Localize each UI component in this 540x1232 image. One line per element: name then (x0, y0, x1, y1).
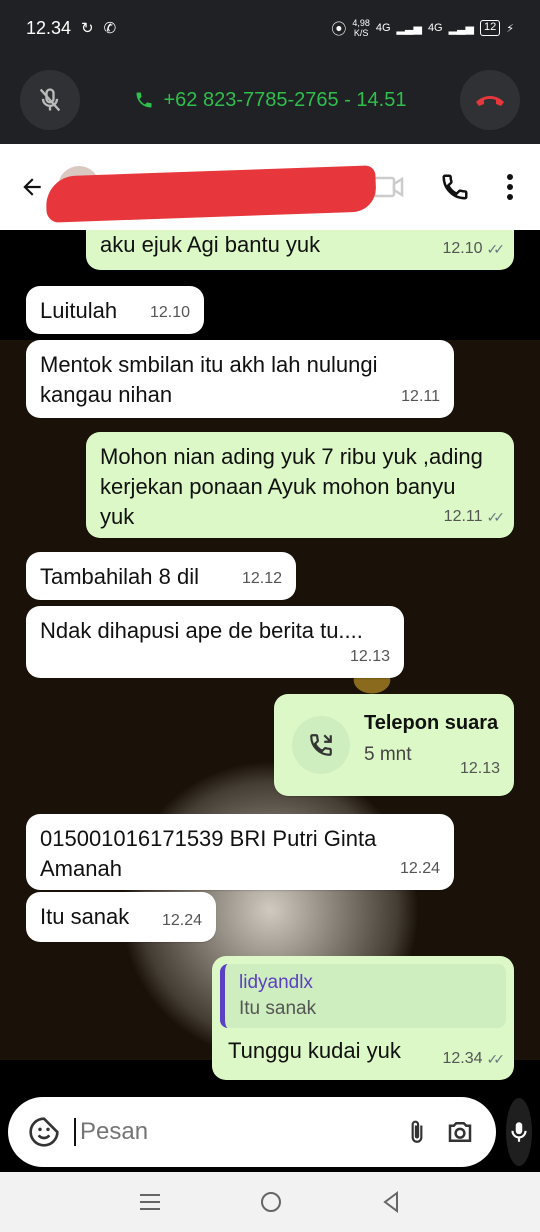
net-speed: 4,98 K/S (352, 18, 370, 38)
video-call-icon[interactable] (372, 174, 404, 200)
read-ticks-icon: ✓✓ (486, 1051, 506, 1067)
message-text: Mentok smbilan itu akh lah nulungi kanga… (40, 352, 378, 407)
message-text: Tambahilah 8 dil (40, 564, 199, 589)
sticker-icon[interactable] (28, 1116, 60, 1148)
ongoing-call-banner[interactable]: +62 823-7785-2765 - 14.51 (0, 56, 540, 144)
voice-message-button[interactable] (506, 1098, 532, 1166)
message-incoming[interactable]: Mentok smbilan itu akh lah nulungi kanga… (26, 340, 454, 418)
network-1-label: 4G (375, 22, 391, 34)
message-text: Mohon nian ading yuk 7 ribu yuk ,ading k… (100, 444, 483, 529)
attach-icon[interactable] (404, 1116, 430, 1148)
back-arrow-icon (23, 178, 41, 196)
end-call-icon (476, 96, 504, 106)
status-bar: 12.34 ↻ ✆ ⦿ 4,98 K/S 4G ▂▃▅ 4G ▂▃▅ 12 ⚡ (0, 0, 540, 56)
signal-1-icon: ▂▃▅ (396, 22, 422, 35)
message-time: 12.34 (442, 1050, 483, 1067)
quoted-message[interactable]: lidyandlx Itu sanak (220, 964, 506, 1028)
call-log-title: Telepon suara (364, 712, 499, 734)
back-nav-icon[interactable] (380, 1190, 402, 1214)
incoming-call-icon (310, 734, 332, 756)
read-ticks-icon: ✓✓ (486, 241, 506, 257)
call-log-icon-badge (292, 716, 350, 774)
phone-icon (136, 92, 151, 108)
message-incoming[interactable]: Tambahilah 8 dil 12.12 (26, 552, 296, 600)
message-input[interactable] (74, 1118, 390, 1146)
phone-status-icon: ✆ (103, 20, 117, 37)
message-time: 12.24 (161, 912, 202, 929)
recent-apps-icon[interactable] (138, 1191, 162, 1213)
message-text: Tunggu kudai yuk (228, 1038, 401, 1063)
call-log-duration: 5 mnt (364, 744, 412, 765)
status-time: 12.34 (26, 17, 72, 38)
read-ticks-icon: ✓✓ (486, 509, 506, 525)
message-input-pill[interactable] (8, 1097, 496, 1167)
message-time: 12.12 (241, 570, 282, 587)
contact-info[interactable] (45, 157, 377, 223)
message-outgoing[interactable]: aku ejuk Agi bantu yuk 12.10 ✓✓ (86, 230, 514, 270)
net-speed-value: 4,98 (352, 18, 370, 28)
sync-icon: ↻ (81, 20, 94, 37)
hotspot-icon: ⦿ (331, 20, 347, 38)
message-incoming[interactable]: Ndak dihapusi ape de berita tu.... 12.13 (26, 606, 404, 678)
message-outgoing[interactable]: Mohon nian ading yuk 7 ribu yuk ,ading k… (86, 432, 514, 538)
message-text: Ndak dihapusi ape de berita tu.... (40, 618, 363, 643)
message-time: 12.11 (443, 508, 483, 525)
signal-2-icon: ▂▃▅ (448, 22, 475, 35)
message-time: 12.24 (399, 860, 440, 877)
net-speed-unit: K/S (353, 28, 369, 38)
composer (0, 1092, 540, 1172)
message-incoming[interactable]: 015001016171539 BRI Putri Ginta Amanah 1… (26, 814, 454, 890)
network-2-label: 4G (427, 22, 443, 34)
voice-call-icon[interactable] (440, 172, 470, 202)
call-log-bubble[interactable]: Telepon suara 5 mnt 12.13 (274, 694, 514, 796)
message-incoming[interactable]: Itu sanak 12.24 (26, 892, 216, 942)
quoted-author: lidyandlx (239, 972, 313, 993)
message-outgoing-reply[interactable]: lidyandlx Itu sanak Tunggu kudai yuk 12.… (212, 956, 514, 1080)
mic-icon (511, 1122, 527, 1142)
message-time: 12.11 (401, 388, 440, 405)
message-text: 015001016171539 BRI Putri Ginta Amanah (40, 826, 377, 881)
battery-level: 12 (480, 20, 501, 36)
message-time: 12.10 (149, 304, 190, 321)
message-time: 12.10 (442, 240, 483, 257)
home-icon[interactable] (259, 1190, 283, 1214)
more-options-icon[interactable] (506, 173, 514, 201)
message-text: Luitulah (40, 298, 118, 323)
message-list[interactable]: aku ejuk Agi bantu yuk 12.10 ✓✓ Luitulah … (0, 230, 540, 1092)
message-text: Itu sanak (40, 904, 130, 929)
chat-header (0, 144, 540, 230)
charging-icon: ⚡ (506, 22, 514, 35)
call-info[interactable]: +62 823-7785-2765 - 14.51 (80, 89, 460, 112)
system-nav-bar (0, 1172, 540, 1232)
mute-button[interactable] (20, 70, 80, 130)
message-time: 12.13 (459, 760, 500, 777)
call-info-text: +62 823-7785-2765 - 14.51 (163, 88, 407, 111)
message-time: 12.13 (349, 648, 390, 665)
mic-off-icon (39, 88, 61, 112)
message-text: aku ejuk Agi bantu yuk (100, 232, 321, 257)
camera-icon[interactable] (444, 1117, 476, 1147)
quoted-text: Itu sanak (239, 998, 317, 1019)
message-incoming[interactable]: Luitulah 12.10 (26, 286, 204, 334)
end-call-button[interactable] (460, 70, 520, 130)
